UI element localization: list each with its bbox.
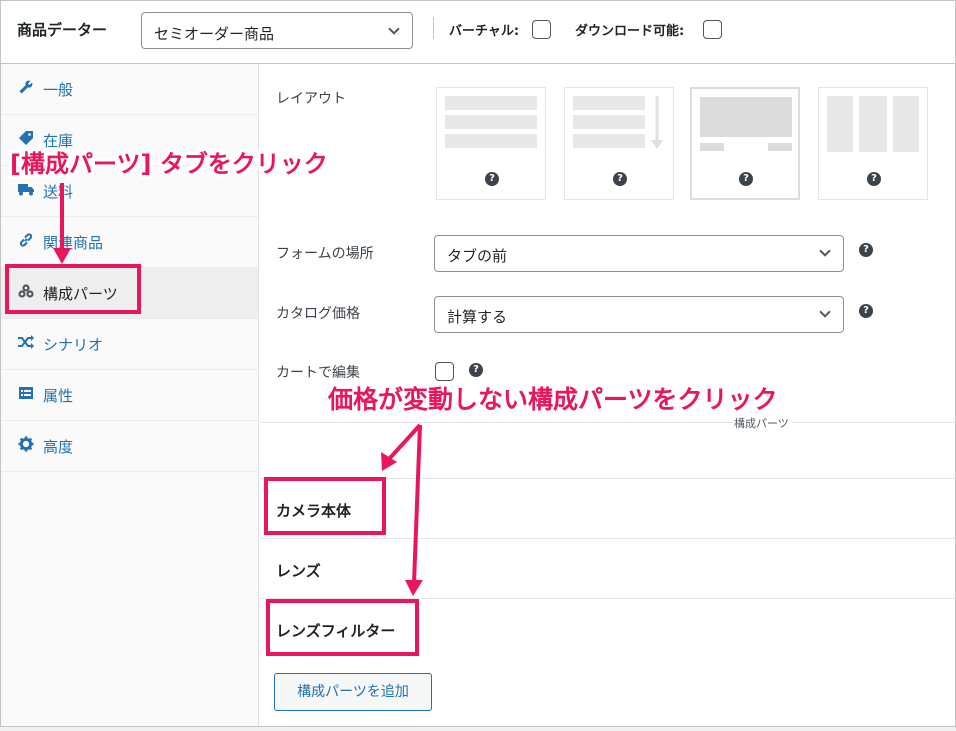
- list-icon: [17, 385, 35, 403]
- layout-preview-block: [827, 96, 853, 152]
- chevron-down-icon: [819, 306, 831, 318]
- layout-preview-block: [700, 143, 724, 151]
- arrow-down-icon: [651, 96, 663, 149]
- layout-preview-block: [573, 115, 645, 129]
- tab-general[interactable]: 一般: [1, 64, 258, 115]
- help-icon[interactable]: ?: [469, 363, 483, 377]
- help-icon[interactable]: ?: [859, 304, 873, 318]
- help-icon[interactable]: ?: [739, 172, 753, 186]
- product-data-panel: 商品データー セミオーダー商品 バーチャル: ダウンロード可能: 一般 在庫 送…: [0, 0, 956, 727]
- tab-scenarios[interactable]: シナリオ: [1, 319, 258, 370]
- layout-preview-block: [573, 96, 645, 110]
- catalog-price-label: カタログ価格: [276, 306, 360, 322]
- downloadable-checkbox[interactable]: [703, 20, 722, 39]
- section-divider: [260, 422, 955, 423]
- header-divider: [433, 17, 434, 39]
- edit-in-cart-checkbox[interactable]: [435, 362, 454, 381]
- help-icon[interactable]: ?: [485, 172, 499, 186]
- help-icon[interactable]: ?: [867, 172, 881, 186]
- help-icon[interactable]: ?: [613, 172, 627, 186]
- layout-option-componentized[interactable]: ?: [818, 87, 928, 200]
- layout-preview-block: [445, 134, 537, 148]
- gear-icon: [17, 436, 35, 454]
- layout-preview-block: [700, 97, 792, 137]
- layout-preview-block: [445, 115, 537, 129]
- help-icon[interactable]: ?: [859, 243, 873, 257]
- virtual-label: バーチャル:: [449, 24, 520, 39]
- downloadable-label: ダウンロード可能:: [575, 24, 685, 39]
- tab-advanced-label: 高度: [43, 438, 74, 456]
- layout-preview-block: [859, 96, 887, 152]
- tab-attributes[interactable]: 属性: [1, 370, 258, 421]
- highlight-lens-filter: [266, 599, 419, 656]
- layout-preview-block: [573, 134, 645, 148]
- tab-advanced[interactable]: 高度: [1, 421, 258, 472]
- form-location-select[interactable]: タブの前: [434, 235, 844, 272]
- tab-general-label: 一般: [43, 81, 74, 99]
- layout-option-progressive[interactable]: ?: [564, 87, 674, 200]
- truck-icon: [17, 181, 35, 199]
- chevron-down-icon: [388, 23, 400, 35]
- tab-scenarios-label: シナリオ: [43, 336, 104, 354]
- wrench-icon: [17, 79, 35, 97]
- component-title: レンズ: [276, 562, 321, 580]
- annotation-tab-hint: [構成パーツ] タブをクリック: [10, 150, 328, 178]
- product-type-value: セミオーダー商品: [154, 25, 275, 43]
- layout-option-stepped[interactable]: ?: [690, 87, 800, 200]
- add-component-button[interactable]: 構成パーツを追加: [274, 673, 432, 711]
- tab-linked-products[interactable]: 関連商品: [1, 217, 258, 268]
- form-location-value: タブの前: [447, 247, 508, 265]
- layout-preview-block: [768, 143, 792, 151]
- shuffle-icon: [17, 334, 35, 352]
- panel-title: 商品データー: [17, 21, 108, 39]
- layout-option-stacked[interactable]: ?: [436, 87, 546, 200]
- highlight-camera-body: [264, 477, 386, 535]
- tab-shipping-label: 送料: [43, 183, 74, 201]
- highlight-components-tab: [5, 264, 141, 314]
- catalog-price-value: 計算する: [447, 308, 508, 326]
- edit-in-cart-label: カートで編集: [276, 365, 360, 381]
- form-location-label: フォームの場所: [276, 246, 374, 262]
- product-type-select[interactable]: セミオーダー商品: [141, 12, 413, 49]
- layout-preview-block: [445, 96, 537, 110]
- annotation-component-hint: 価格が変動しない構成パーツをクリック: [328, 385, 778, 414]
- layout-preview-block: [893, 96, 919, 152]
- virtual-checkbox[interactable]: [532, 20, 551, 39]
- link-icon: [17, 232, 35, 250]
- component-row-lens[interactable]: レンズ: [260, 538, 955, 598]
- tab-linked-products-label: 関連商品: [43, 234, 104, 252]
- layout-label: レイアウト: [276, 91, 346, 107]
- components-heading: 構成パーツ: [732, 415, 791, 431]
- chevron-down-icon: [819, 245, 831, 257]
- catalog-price-select[interactable]: 計算する: [434, 296, 844, 333]
- tab-attributes-label: 属性: [43, 387, 74, 405]
- product-data-header: 商品データー セミオーダー商品 バーチャル: ダウンロード可能:: [1, 1, 955, 64]
